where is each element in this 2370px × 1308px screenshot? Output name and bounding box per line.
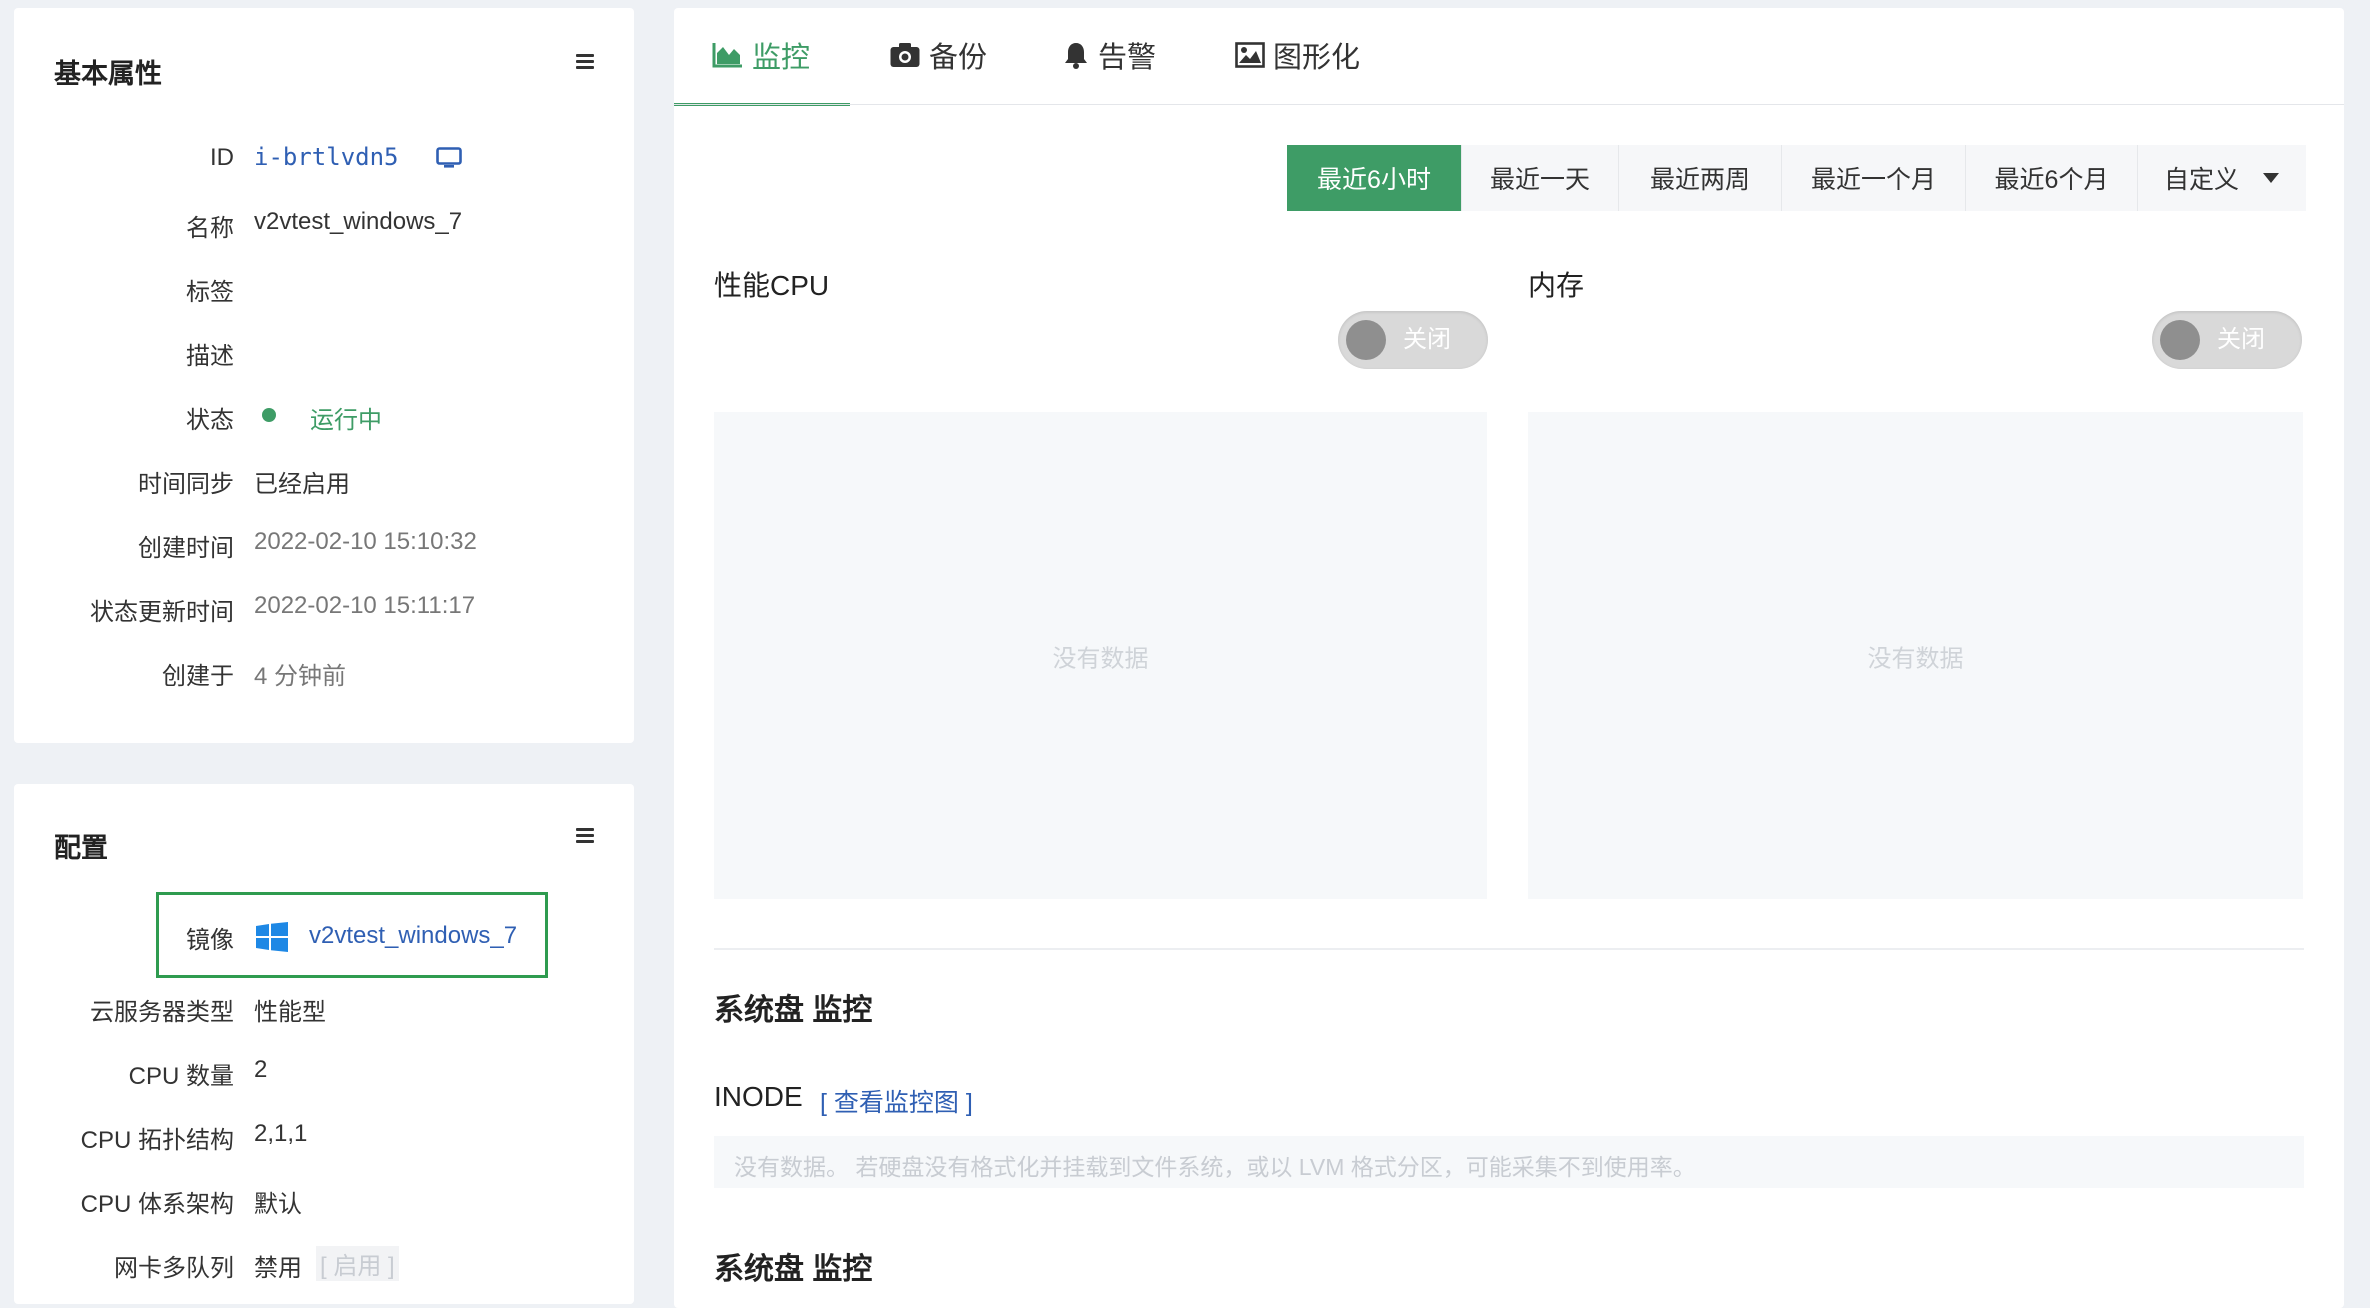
chevron-down-icon — [2263, 173, 2280, 183]
label-cpu-topology: CPU 拓扑结构 — [80, 1127, 234, 1154]
status-dot-icon — [262, 408, 276, 422]
system-disk-title-2: 系统盘 监控 — [714, 1253, 873, 1286]
label-status: 状态 — [186, 407, 234, 434]
created-ago-value: 4 分钟前 — [254, 663, 347, 690]
label-time-sync: 时间同步 — [138, 471, 234, 498]
config-title: 配置 — [54, 833, 108, 863]
cpu-topology-value: 2,1,1 — [254, 1120, 308, 1147]
system-disk-title: 系统盘 监控 — [714, 994, 873, 1027]
range-1d[interactable]: 最近一天 — [1462, 145, 1619, 211]
label-image: 镜像 — [186, 927, 234, 954]
time-range-selector: 最近6小时 最近一天 最近两周 最近一个月 最近6个月 自定义 — [1287, 145, 2306, 211]
range-custom-label: 自定义 — [2164, 166, 2240, 194]
windows-icon — [256, 922, 288, 952]
toggle-label: 关闭 — [1403, 326, 1451, 353]
range-custom[interactable]: 自定义 — [2138, 145, 2306, 211]
label-created-ago: 创建于 — [162, 663, 234, 690]
label-created-time: 创建时间 — [138, 535, 234, 562]
disk-empty-text: 没有数据。 若硬盘没有格式化并挂载到文件系统，或以 LVM 格式分区，可能采集不… — [734, 1154, 1696, 1180]
range-6m[interactable]: 最近6个月 — [1966, 145, 2138, 211]
instance-name: v2vtest_windows_7 — [254, 208, 463, 235]
bell-icon — [1065, 43, 1087, 69]
menu-icon[interactable] — [576, 828, 594, 843]
area-chart-icon — [712, 43, 742, 68]
memory-no-data: 没有数据 — [1867, 645, 1964, 672]
tab-alarm[interactable]: 告警 — [1062, 30, 1156, 80]
memory-chart-title: 内存 — [1528, 270, 1585, 301]
tab-backup[interactable]: 备份 — [889, 30, 987, 80]
cpu-chart-area: 没有数据 — [714, 412, 1487, 899]
instance-type-value: 性能型 — [254, 999, 326, 1026]
basic-properties-title: 基本属性 — [54, 59, 162, 89]
nic-multiqueue-value: 禁用 — [254, 1255, 302, 1282]
status-updated-value: 2022-02-10 15:11:17 — [254, 592, 476, 619]
config-card: 配置 — [14, 784, 634, 1304]
range-6h[interactable]: 最近6小时 — [1287, 145, 1462, 211]
cpu-no-data: 没有数据 — [1052, 645, 1149, 672]
menu-icon[interactable] — [576, 54, 594, 69]
image-icon — [1235, 42, 1265, 68]
range-2w[interactable]: 最近两周 — [1619, 145, 1782, 211]
label-description: 描述 — [186, 343, 234, 370]
inode-label: INODE — [714, 1081, 803, 1112]
label-id: ID — [210, 144, 234, 171]
monitor-icon[interactable] — [436, 147, 462, 169]
time-sync-value: 已经启用 — [254, 471, 350, 498]
cpu-realtime-toggle[interactable]: 关闭 — [1338, 311, 1488, 369]
toggle-knob — [2160, 320, 2200, 360]
view-monitor-chart-link[interactable]: [ 查看监控图 ] — [820, 1083, 973, 1119]
status-badge: 运行中 — [310, 407, 382, 434]
instance-id-link[interactable]: i-brtlvdn5 — [254, 143, 399, 171]
toggle-label: 关闭 — [2217, 326, 2265, 353]
label-name: 名称 — [186, 215, 234, 242]
cpu-arch-value: 默认 — [254, 1191, 302, 1218]
disk-empty-note: 没有数据。 若硬盘没有格式化并挂载到文件系统，或以 LVM 格式分区，可能采集不… — [714, 1136, 2304, 1188]
created-time-value: 2022-02-10 15:10:32 — [254, 528, 477, 555]
label-cpu-count: CPU 数量 — [128, 1063, 234, 1090]
memory-chart-area: 没有数据 — [1528, 412, 2303, 899]
tab-monitor-label: 监控 — [752, 42, 811, 74]
tab-graphic[interactable]: 图形化 — [1235, 30, 1360, 80]
tab-monitor[interactable]: 监控 — [712, 30, 810, 80]
toggle-knob — [1346, 320, 1386, 360]
basic-properties-card: 基本属性 — [14, 8, 634, 743]
section-divider — [714, 948, 2304, 950]
enable-multiqueue-button[interactable]: [ 启用 ] — [316, 1246, 399, 1281]
tabs-divider — [674, 104, 2344, 105]
label-tags: 标签 — [186, 279, 234, 306]
label-nic-multiqueue: 网卡多队列 — [114, 1255, 234, 1282]
cpu-chart-title: 性能CPU — [714, 270, 830, 301]
label-status-updated: 状态更新时间 — [90, 599, 234, 626]
image-link[interactable]: v2vtest_windows_7 — [309, 922, 517, 950]
tab-graphic-label: 图形化 — [1273, 42, 1361, 74]
memory-realtime-toggle[interactable]: 关闭 — [2152, 311, 2302, 369]
range-1m[interactable]: 最近一个月 — [1782, 145, 1966, 211]
label-cpu-arch: CPU 体系架构 — [80, 1191, 234, 1218]
camera-icon — [890, 43, 920, 67]
tab-backup-label: 备份 — [929, 42, 988, 74]
cpu-count-value: 2 — [254, 1056, 268, 1083]
tab-alarm-label: 告警 — [1098, 42, 1157, 74]
label-instance-type: 云服务器类型 — [90, 999, 234, 1026]
